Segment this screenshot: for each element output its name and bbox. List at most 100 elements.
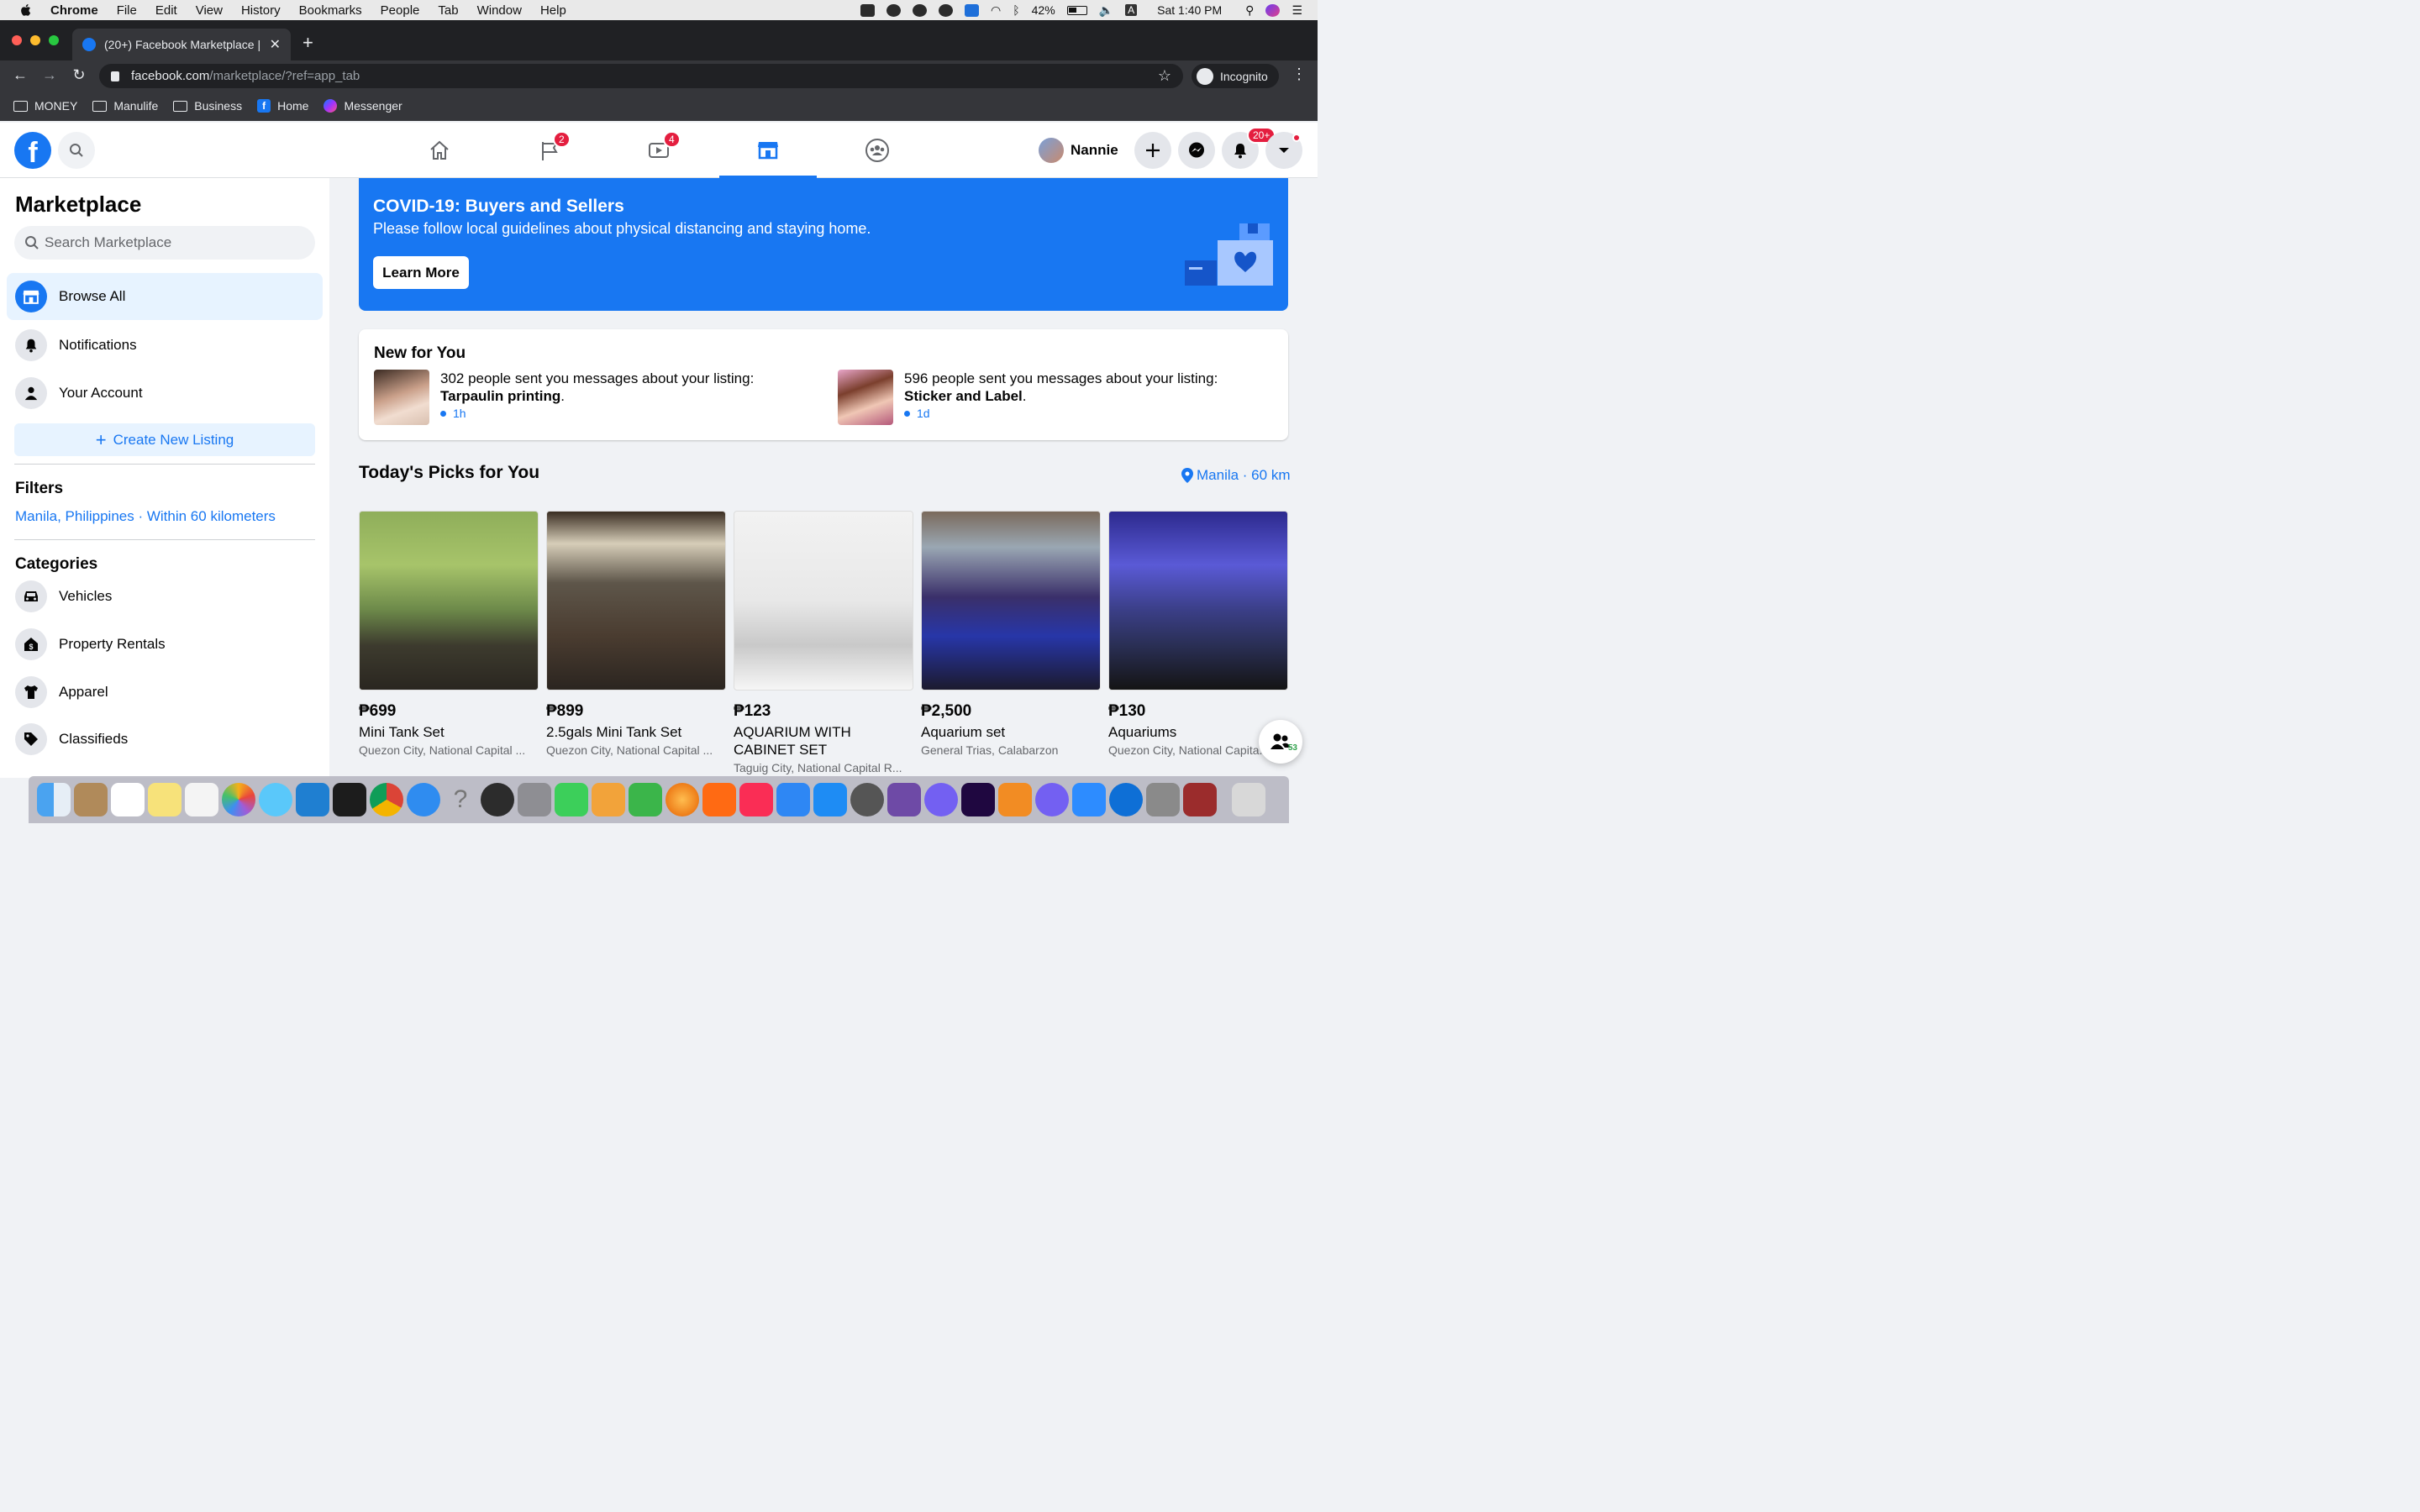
category-property-rentals[interactable]: $ Property Rentals — [7, 621, 323, 668]
notification-item[interactable]: 596 people sent you messages about your … — [838, 370, 1257, 425]
sidebar-item-browse-all[interactable]: Browse All — [7, 273, 323, 320]
notes-folder-icon[interactable] — [74, 783, 108, 816]
menu-bookmarks[interactable]: Bookmarks — [299, 3, 362, 18]
listing-card[interactable]: ₱699 Mini Tank Set Quezon City, National… — [359, 511, 539, 757]
category-vehicles[interactable]: Vehicles — [7, 573, 323, 620]
learn-more-button[interactable]: Learn More — [373, 256, 469, 289]
finder-icon[interactable] — [37, 783, 71, 816]
calendar-icon[interactable] — [111, 783, 145, 816]
listing-card[interactable]: ₱130 Aquariums Quezon City, National Cap… — [1108, 511, 1288, 757]
help-icon[interactable]: ? — [444, 783, 477, 816]
creative-cloud-icon[interactable] — [939, 3, 954, 17]
photos-icon[interactable] — [222, 783, 255, 816]
chrome-menu-icon[interactable]: ⋮ — [1292, 66, 1307, 83]
nav-groups-tab[interactable] — [829, 123, 926, 178]
listing-card[interactable]: ₱899 2.5gals Mini Tank Set Quezon City, … — [546, 511, 726, 757]
zoom-icon[interactable] — [1072, 783, 1106, 816]
bookmark-home[interactable]: f Home — [257, 99, 308, 113]
bookmark-manulife[interactable]: Manulife — [92, 99, 158, 113]
profile-link[interactable]: Nannie — [1039, 135, 1118, 165]
github-icon[interactable] — [887, 783, 921, 816]
firefox-icon[interactable] — [666, 783, 699, 816]
notes-icon[interactable] — [148, 783, 182, 816]
vscode-icon[interactable] — [296, 783, 329, 816]
bookmark-money[interactable]: MONEY — [13, 99, 77, 113]
sidebar-item-your-account[interactable]: Your Account — [7, 370, 323, 417]
bookmark-business[interactable]: Business — [173, 99, 242, 113]
nav-marketplace-tab[interactable] — [719, 123, 817, 178]
category-apparel[interactable]: Apparel — [7, 669, 323, 716]
reminders-icon[interactable] — [185, 783, 218, 816]
battery-icon[interactable] — [1066, 5, 1087, 15]
spotlight-search-icon[interactable]: ⚲ — [1245, 3, 1254, 18]
bluetooth-icon[interactable]: ᛒ — [1013, 3, 1019, 17]
back-button[interactable]: ← — [10, 66, 30, 84]
menu-edit[interactable]: Edit — [155, 3, 177, 18]
camera-icon[interactable] — [860, 3, 876, 17]
menu-app-name[interactable]: Chrome — [50, 3, 98, 18]
chrome-icon[interactable] — [370, 783, 403, 816]
new-tab-button[interactable]: + — [302, 34, 313, 52]
davinci-resolve-icon[interactable] — [481, 783, 514, 816]
account-menu-button[interactable] — [1265, 132, 1302, 169]
safari-icon[interactable] — [407, 783, 440, 816]
system-preferences-icon[interactable] — [518, 783, 551, 816]
listing-card[interactable]: ₱2,500 Aquarium set General Trias, Calab… — [921, 511, 1101, 757]
bookmark-messenger[interactable]: Messenger — [324, 99, 402, 113]
incognito-indicator[interactable]: Incognito — [1192, 64, 1279, 88]
numbers-icon[interactable] — [629, 783, 662, 816]
teamviewer-icon[interactable] — [1109, 783, 1143, 816]
close-tab-icon[interactable]: ✕ — [270, 36, 281, 53]
books-icon[interactable] — [998, 783, 1032, 816]
wifi-icon[interactable]: ◠ — [991, 3, 1001, 18]
teamviewer-tray-icon[interactable] — [965, 3, 980, 17]
nav-pages-tab[interactable]: 2 — [501, 123, 598, 178]
messenger-tray-icon[interactable] — [913, 3, 928, 17]
notification-center-icon[interactable]: ☰ — [1292, 3, 1302, 18]
nav-watch-tab[interactable]: 4 — [610, 123, 708, 178]
keynote-icon[interactable] — [776, 783, 810, 816]
create-button[interactable] — [1134, 132, 1171, 169]
location-filter-link[interactable]: Manila, Philippines · Within 60 kilomete… — [15, 508, 276, 525]
notifications-button[interactable]: 20+ — [1222, 127, 1276, 169]
notification-item[interactable]: 302 people sent you messages about your … — [374, 370, 793, 425]
menu-window[interactable]: Window — [477, 3, 522, 18]
reload-button[interactable]: ↻ — [69, 66, 89, 84]
messages-icon[interactable] — [259, 783, 292, 816]
menu-view[interactable]: View — [196, 3, 223, 18]
pages-icon[interactable] — [592, 783, 625, 816]
system-info-icon[interactable] — [850, 783, 884, 816]
calculator-icon[interactable] — [1146, 783, 1180, 816]
close-window-button[interactable] — [12, 35, 22, 45]
trash-icon[interactable] — [1232, 783, 1265, 816]
dictionary-icon[interactable] — [1183, 783, 1217, 816]
terminal-icon[interactable] — [333, 783, 366, 816]
lock-icon[interactable] — [111, 71, 119, 81]
viber-alt-icon[interactable] — [1035, 783, 1069, 816]
reeder-icon[interactable] — [702, 783, 736, 816]
menu-tab[interactable]: Tab — [438, 3, 458, 18]
address-bar[interactable]: facebook.com /marketplace/?ref=app_tab ☆ — [99, 64, 1183, 88]
create-new-listing-button[interactable]: + Create New Listing — [14, 423, 315, 456]
minimize-window-button[interactable] — [30, 35, 40, 45]
menu-help[interactable]: Help — [540, 3, 566, 18]
contacts-floating-button[interactable]: 53 — [1259, 720, 1302, 764]
bookmark-star-icon[interactable]: ☆ — [1158, 67, 1171, 85]
battery-percent[interactable]: 42% — [1032, 3, 1055, 17]
siri-icon[interactable] — [1265, 3, 1281, 17]
music-icon[interactable] — [739, 783, 773, 816]
menu-people[interactable]: People — [381, 3, 420, 18]
volume-icon[interactable]: 🔈 — [1099, 3, 1113, 18]
listing-card[interactable]: ₱123 AQUARIUM WITH CABINET SET Taguig Ci… — [734, 511, 913, 774]
facebook-logo[interactable]: f — [14, 132, 51, 169]
zoom-window-button[interactable] — [49, 35, 59, 45]
facetime-icon[interactable] — [555, 783, 588, 816]
active-tab[interactable]: (20+) Facebook Marketplace | ✕ — [72, 29, 291, 60]
after-effects-icon[interactable] — [961, 783, 995, 816]
forward-button[interactable]: → — [39, 66, 60, 84]
category-classifieds[interactable]: Classifieds — [7, 716, 323, 763]
apple-logo-icon[interactable] — [18, 3, 34, 18]
extension-icon[interactable] — [886, 3, 902, 17]
app-store-icon[interactable] — [813, 783, 847, 816]
marketplace-search-input[interactable]: Search Marketplace — [14, 226, 315, 260]
